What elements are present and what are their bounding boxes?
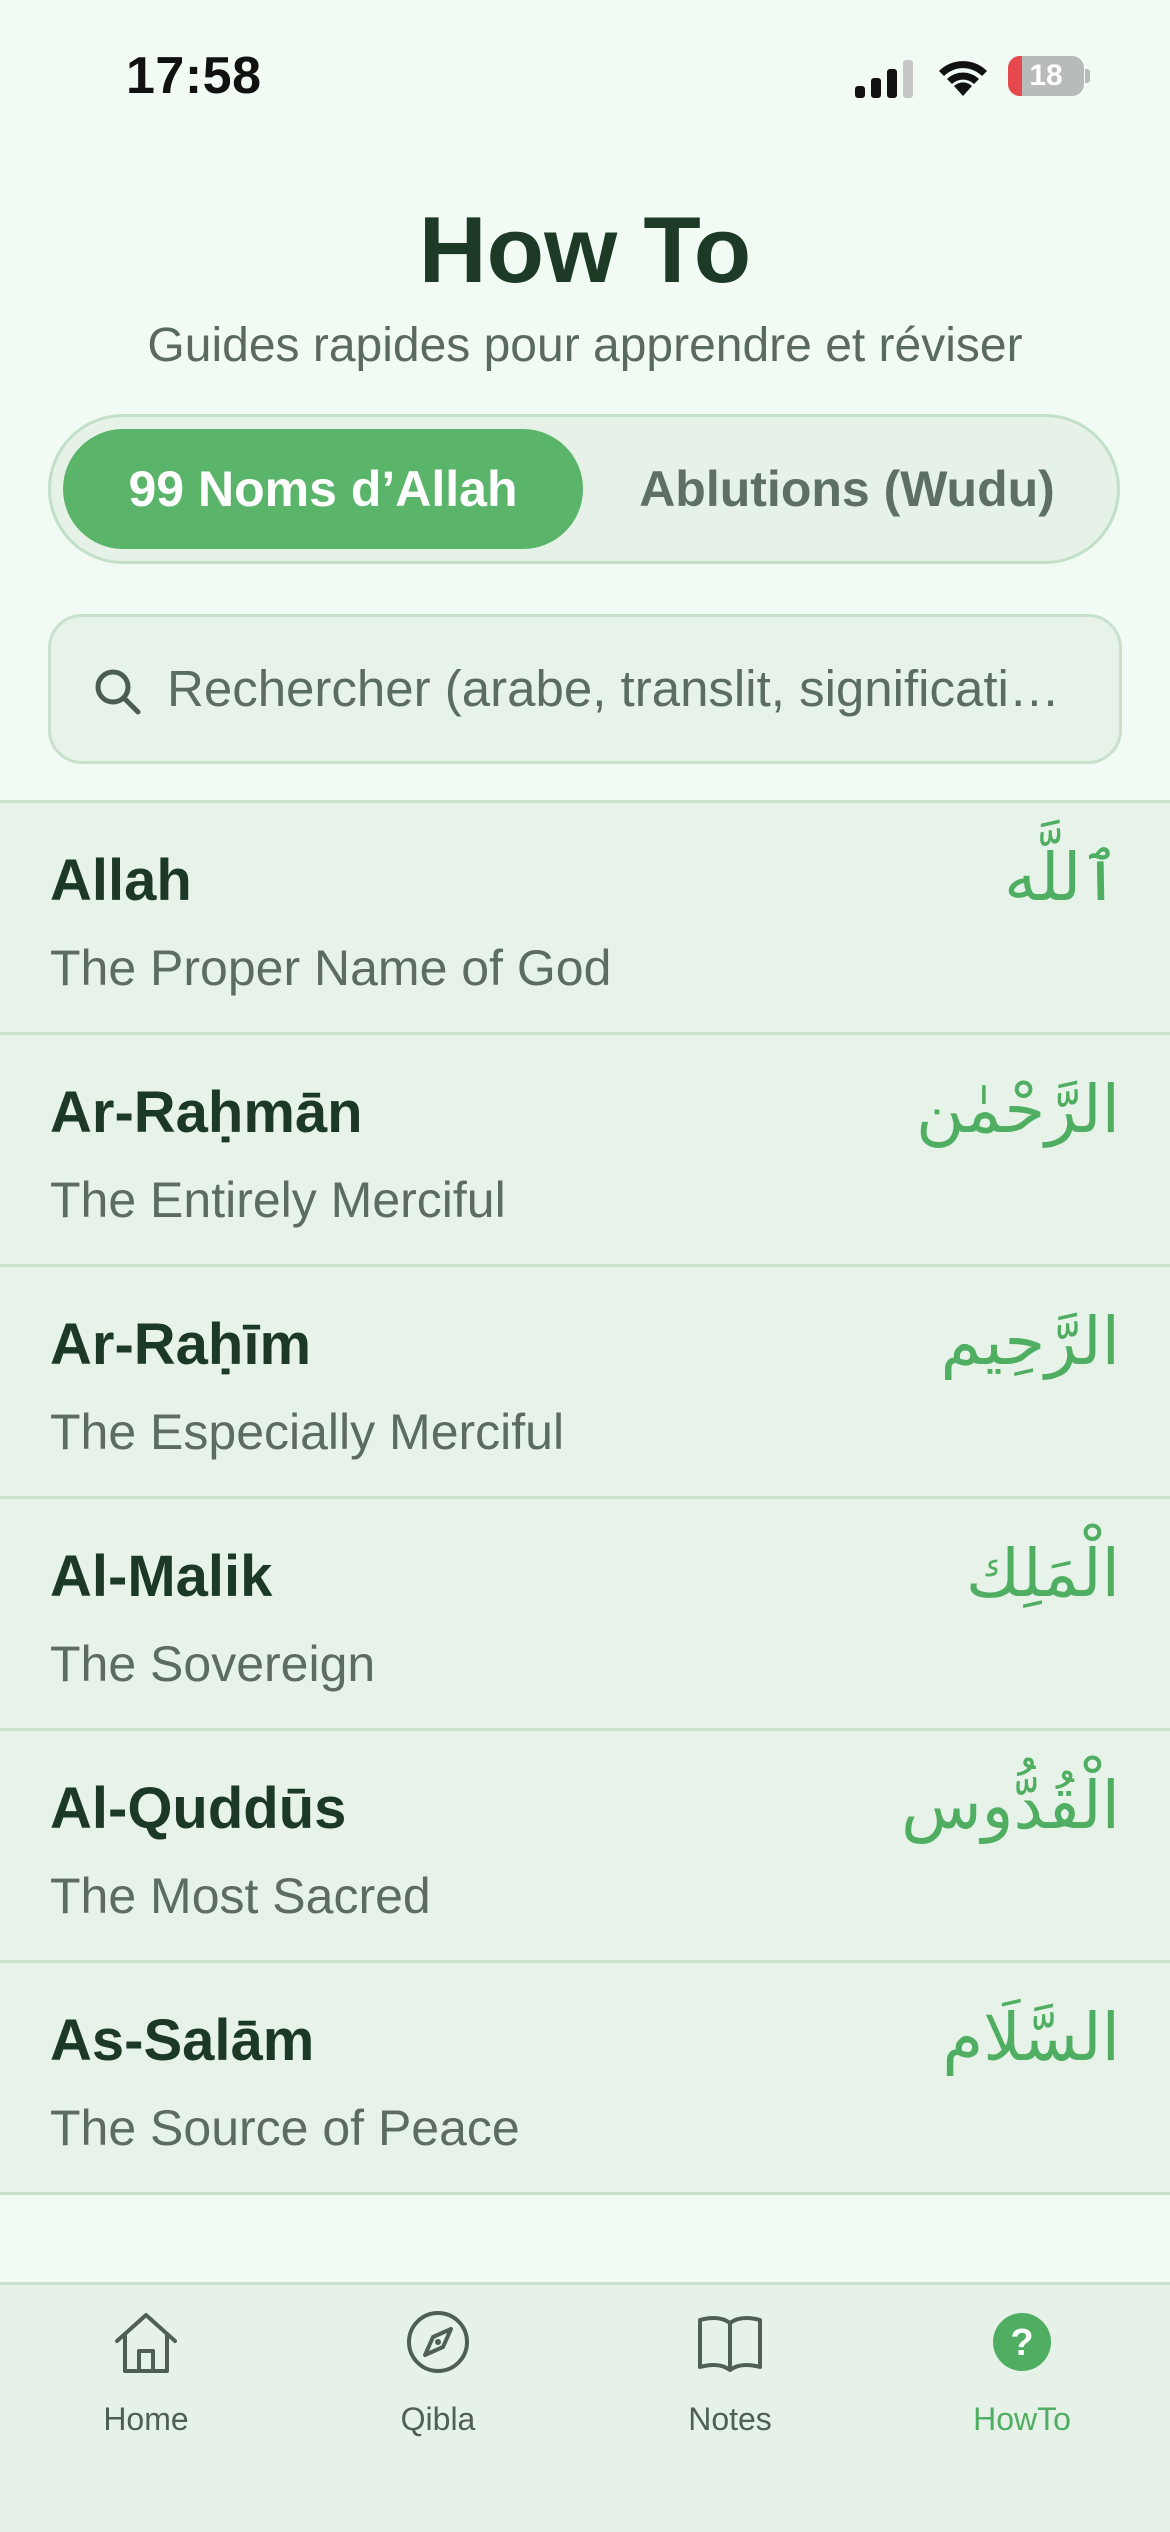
tab-howto[interactable]: ? HowTo xyxy=(876,2285,1168,2445)
name-transliteration: Ar-Raḥmān xyxy=(50,1080,363,1145)
name-arabic: ٱللَّه xyxy=(1003,839,1120,916)
name-meaning: The Especially Merciful xyxy=(50,1404,565,1460)
name-transliteration: Allah xyxy=(50,848,192,913)
list-item[interactable]: Ar-Raḥīm The Especially Merciful الرَّحِ… xyxy=(0,1267,1170,1499)
segment-99-names[interactable]: 99 Noms d’Allah xyxy=(63,429,583,549)
name-transliteration: As-Salām xyxy=(50,2008,315,2073)
name-transliteration: Ar-Raḥīm xyxy=(50,1312,312,1377)
book-icon xyxy=(695,2307,765,2377)
tab-notes[interactable]: Notes xyxy=(584,2285,876,2445)
names-list: Allah The Proper Name of God ٱللَّه Ar-R… xyxy=(0,800,1170,2195)
status-bar: 17:58 18 xyxy=(0,0,1170,150)
tab-home[interactable]: Home xyxy=(0,2285,292,2445)
name-arabic: السَّلَام xyxy=(942,1999,1120,2076)
segment-ablutions[interactable]: Ablutions (Wudu) xyxy=(583,429,1111,549)
tab-qibla[interactable]: Qibla xyxy=(292,2285,584,2445)
name-meaning: The Entirely Merciful xyxy=(50,1172,506,1228)
battery-level: 18 xyxy=(1029,59,1063,92)
name-transliteration: Al-Quddūs xyxy=(50,1776,347,1841)
list-item[interactable]: Ar-Raḥmān The Entirely Merciful الرَّحْم… xyxy=(0,1035,1170,1267)
tab-label: HowTo xyxy=(973,2401,1071,2437)
name-meaning: The Most Sacred xyxy=(50,1868,431,1924)
list-item[interactable]: Al-Malik The Sovereign الْمَلِك xyxy=(0,1499,1170,1731)
svg-text:?: ? xyxy=(1010,2322,1033,2364)
name-arabic: الرَّحْمٰن xyxy=(915,1071,1120,1148)
page-title: How To xyxy=(418,197,752,302)
name-meaning: The Sovereign xyxy=(50,1636,376,1692)
search-field[interactable]: Rechercher (arabe, translit, significati… xyxy=(48,614,1122,764)
name-transliteration: Al-Malik xyxy=(50,1544,273,1609)
name-arabic: الرَّحِيم xyxy=(940,1303,1120,1380)
search-input[interactable]: Rechercher (arabe, translit, significati… xyxy=(167,617,1079,761)
list-item[interactable]: Allah The Proper Name of God ٱللَّه xyxy=(0,803,1170,1035)
list-item[interactable]: Al-Quddūs The Most Sacred الْقُدُّوس xyxy=(0,1731,1170,1963)
tab-label: Notes xyxy=(688,2401,772,2437)
search-icon xyxy=(91,665,145,719)
home-icon xyxy=(111,2307,181,2377)
page-subtitle: Guides rapides pour apprendre et réviser xyxy=(147,319,1023,372)
wifi-icon xyxy=(935,54,991,98)
name-arabic: الْقُدُّوس xyxy=(901,1767,1120,1844)
battery-icon: 18 xyxy=(1008,56,1090,96)
list-item[interactable]: As-Salām The Source of Peace السَّلَام xyxy=(0,1963,1170,2195)
cellular-signal-icon xyxy=(855,58,915,98)
tab-label: Qibla xyxy=(400,2401,476,2437)
segmented-control: 99 Noms d’Allah Ablutions (Wudu) xyxy=(48,414,1120,564)
compass-icon xyxy=(403,2307,473,2377)
name-meaning: The Source of Peace xyxy=(50,2100,520,2156)
question-icon: ? xyxy=(987,2307,1057,2377)
status-time: 17:58 xyxy=(126,47,262,105)
tab-label: Home xyxy=(103,2401,189,2437)
name-arabic: الْمَلِك xyxy=(965,1535,1120,1612)
tab-bar: Home Qibla Notes ? HowTo xyxy=(0,2282,1170,2532)
name-meaning: The Proper Name of God xyxy=(50,940,612,996)
